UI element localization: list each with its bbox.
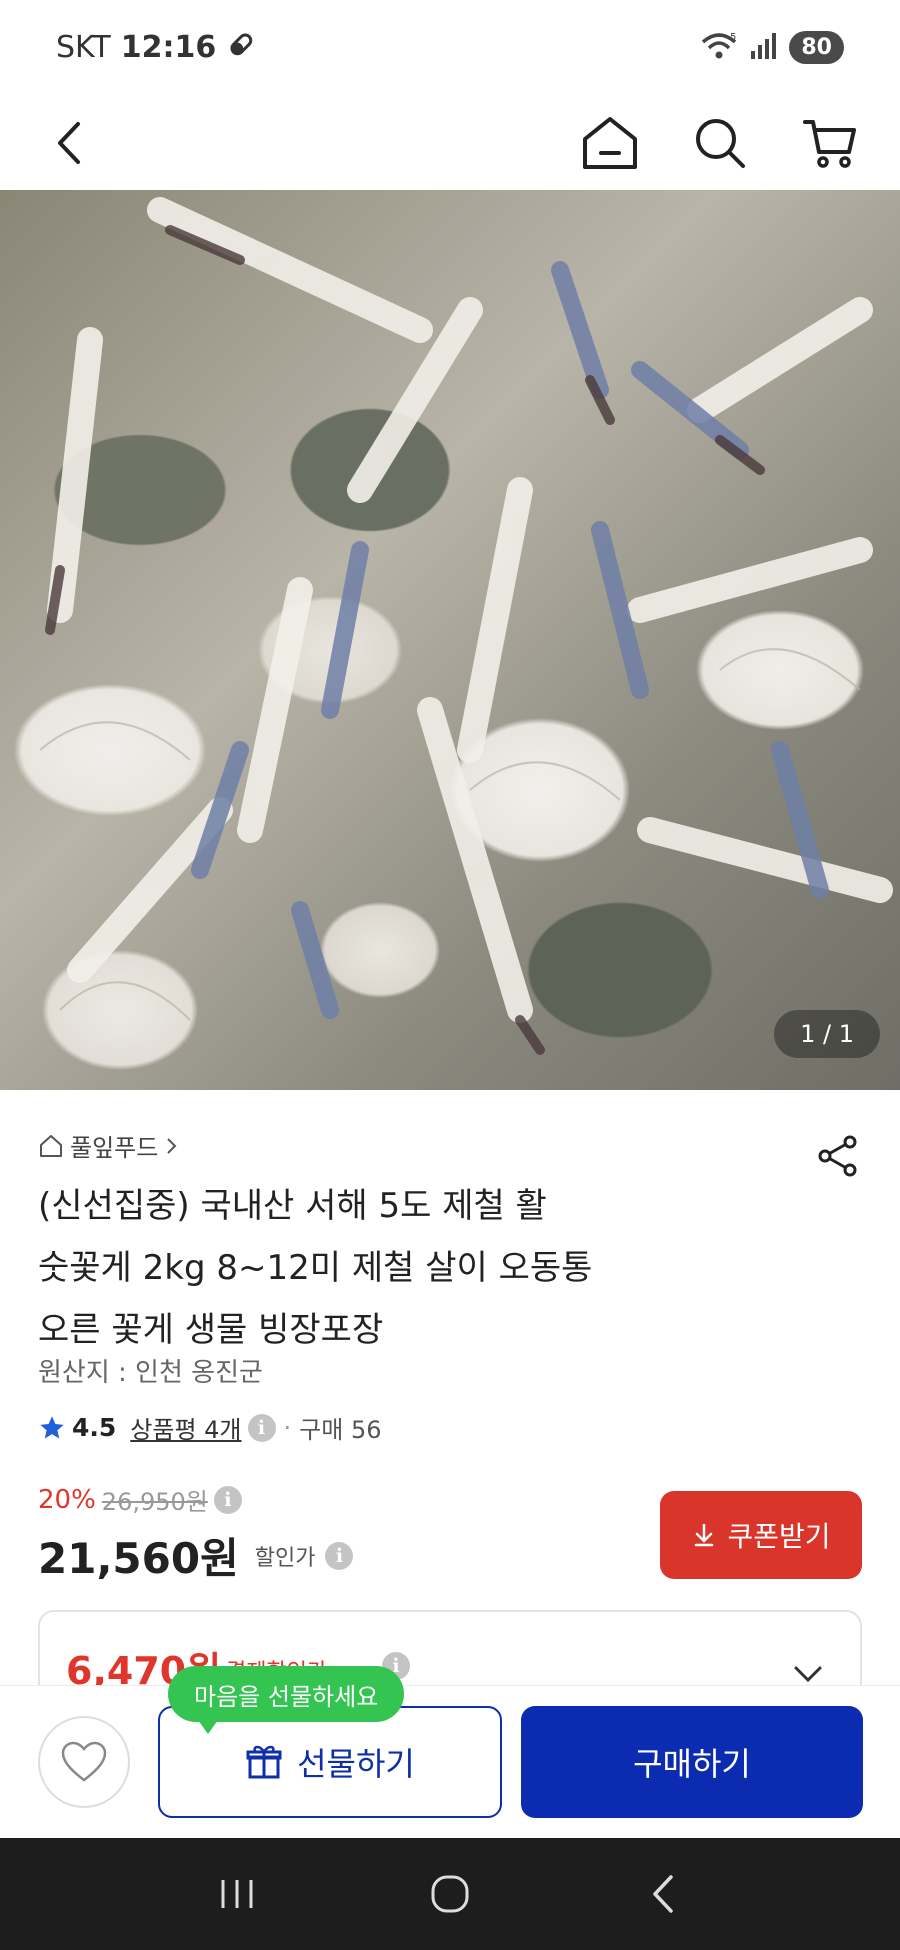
system-nav-bar (0, 1838, 900, 1950)
price-block: 20% 26,950원 i 21,560원 할인가 i (38, 1482, 354, 1586)
home-button[interactable] (570, 103, 650, 183)
search-button[interactable] (680, 103, 760, 183)
info-icon[interactable]: i (247, 1413, 276, 1442)
brand-name: 풀잎푸드 (70, 1134, 159, 1162)
store-home-icon (40, 1134, 62, 1157)
share-icon (818, 1135, 857, 1177)
heart-icon (61, 1741, 107, 1782)
final-price: 21,560원 (38, 1534, 239, 1583)
buy-button[interactable]: 구매하기 (521, 1706, 863, 1818)
battery-indicator: 80 (789, 31, 844, 64)
original-price: 26,950원 (101, 1488, 208, 1516)
product-title: (신선집중) 국내산 서해 5도 제철 활 숫꽃게 2kg 8~12미 제철 살… (38, 1175, 758, 1361)
cart-button[interactable] (790, 103, 870, 183)
info-icon[interactable]: i (213, 1485, 242, 1514)
gift-button-label: 선물하기 (297, 1745, 415, 1783)
status-bar: SKT 12:16 5 80 (0, 0, 900, 95)
coupon-button[interactable]: 쿠폰받기 (660, 1491, 862, 1579)
gift-tooltip[interactable]: 마음을 선물하세요 (168, 1666, 405, 1734)
product-title-line: (신선집중) 국내산 서해 5도 제철 활 (38, 1186, 547, 1226)
recent-apps-icon (221, 1880, 253, 1908)
discount-percent: 20% (38, 1484, 96, 1515)
info-icon[interactable]: i (325, 1541, 354, 1570)
rating-score: 4.5 (72, 1413, 117, 1442)
separator-dot: · (283, 1413, 292, 1442)
bottom-action-bar: 선물하기 구매하기 (0, 1685, 900, 1835)
svg-text:5: 5 (730, 32, 736, 43)
final-price-label: 할인가 (254, 1545, 316, 1571)
review-link[interactable]: 상품평 4개 (130, 1410, 241, 1445)
clock: 12:16 (120, 30, 217, 65)
page-indicator: 1 / 1 (774, 1010, 880, 1058)
back-nav-button[interactable] (623, 1854, 703, 1934)
crab-photo-illustration (39, 197, 893, 1055)
status-left: SKT 12:16 (56, 29, 256, 67)
home-circle-icon (431, 1875, 469, 1913)
cart-icon (803, 119, 856, 168)
rating-row: 4.5 상품평 4개 i · 구매 56 (38, 1410, 381, 1445)
product-image[interactable]: 1 / 1 (0, 190, 900, 1090)
gift-icon (246, 1745, 282, 1779)
star-icon (40, 1415, 64, 1438)
like-button[interactable] (38, 1716, 130, 1808)
top-nav (0, 95, 900, 190)
final-price-row: 21,560원 할인가 i (38, 1525, 354, 1586)
chevron-left-icon (58, 121, 80, 164)
brand-link[interactable]: 풀잎푸드 (38, 1128, 180, 1163)
signal-icon (749, 31, 779, 65)
coupon-button-label: 쿠폰받기 (727, 1520, 831, 1553)
status-right: 5 80 (699, 30, 844, 66)
pill-icon (226, 29, 256, 67)
download-icon (695, 1523, 714, 1547)
origin-label: 원산지 : 인천 옹진군 (38, 1358, 263, 1388)
chevron-down-icon[interactable] (790, 1662, 826, 1686)
carrier-label: SKT (56, 30, 111, 65)
purchase-count: 구매 56 (299, 1416, 382, 1444)
wifi-icon: 5 (699, 30, 739, 66)
home-nav-button[interactable] (410, 1854, 490, 1934)
back-arrow-icon (653, 1875, 674, 1913)
buy-button-label: 구매하기 (633, 1745, 751, 1783)
back-button[interactable] (30, 103, 110, 183)
search-icon (696, 118, 745, 168)
home-icon (583, 116, 637, 169)
chevron-right-icon (167, 1137, 177, 1154)
product-title-line: 숫꽃게 2kg 8~12미 제철 살이 오동통 (38, 1248, 593, 1288)
share-button[interactable] (812, 1130, 864, 1182)
recent-apps-button[interactable] (197, 1854, 277, 1934)
discount-row: 20% 26,950원 i (38, 1482, 353, 1517)
